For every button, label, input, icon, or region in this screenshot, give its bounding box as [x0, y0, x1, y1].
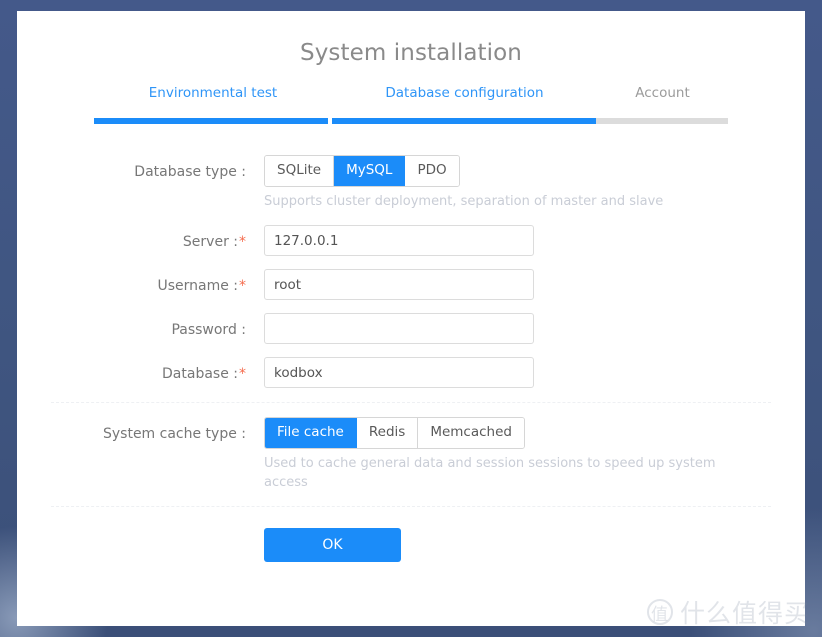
- cache-type-option-memcached[interactable]: Memcached: [418, 418, 524, 448]
- server-input[interactable]: [264, 225, 534, 256]
- cache-type-option-redis[interactable]: Redis: [356, 418, 419, 448]
- password-label-text: Password :: [171, 322, 246, 338]
- username-label-text: Username :: [157, 278, 238, 294]
- database-type-option-mysql[interactable]: MySQL: [334, 156, 406, 186]
- step-progress-segment-1: [94, 118, 328, 124]
- username-label: Username :*: [17, 269, 246, 297]
- field-row-password: Password :: [17, 313, 805, 344]
- database-type-label-text: Database type :: [134, 164, 246, 180]
- cache-type-button-group[interactable]: File cache Redis Memcached: [264, 417, 525, 449]
- password-input[interactable]: [264, 313, 534, 344]
- database-input[interactable]: [264, 357, 534, 388]
- step-progress-bar: [94, 118, 728, 124]
- username-required-marker: *: [239, 278, 246, 294]
- cache-type-label: System cache type :: [17, 417, 246, 445]
- field-row-cache-type: System cache type : File cache Redis Mem…: [17, 417, 805, 492]
- field-row-server: Server :*: [17, 225, 805, 256]
- username-input[interactable]: [264, 269, 534, 300]
- password-control: [246, 313, 805, 344]
- installer-card: System installation Environmental test D…: [17, 11, 805, 626]
- database-configuration-form: Database type : SQLite MySQL PDO Support…: [17, 155, 805, 562]
- field-row-database: Database :*: [17, 357, 805, 388]
- submit-row: OK: [17, 528, 805, 562]
- section-divider-submit: [51, 506, 771, 507]
- database-type-label: Database type :: [17, 155, 246, 183]
- step-progress-segment-3: [596, 118, 728, 124]
- step-environmental-test[interactable]: Environmental test: [94, 85, 332, 101]
- database-label-text: Database :: [162, 366, 238, 382]
- field-row-username: Username :*: [17, 269, 805, 300]
- step-account[interactable]: Account: [597, 85, 728, 101]
- database-type-hint: Supports cluster deployment, separation …: [264, 194, 664, 209]
- database-type-button-group[interactable]: SQLite MySQL PDO: [264, 155, 460, 187]
- server-control: [246, 225, 805, 256]
- database-type-control: SQLite MySQL PDO Supports cluster deploy…: [246, 155, 805, 211]
- server-label: Server :*: [17, 225, 246, 253]
- server-required-marker: *: [239, 234, 246, 250]
- database-type-option-pdo[interactable]: PDO: [405, 156, 459, 186]
- cache-type-label-text: System cache type :: [102, 426, 246, 442]
- page-title: System installation: [300, 40, 522, 66]
- database-required-marker: *: [239, 366, 246, 382]
- step-indicator: Environmental test Database configuratio…: [94, 85, 728, 125]
- server-label-text: Server :: [182, 234, 238, 250]
- cache-type-control: File cache Redis Memcached Used to cache…: [246, 417, 805, 492]
- database-type-option-sqlite[interactable]: SQLite: [265, 156, 335, 186]
- field-row-database-type: Database type : SQLite MySQL PDO Support…: [17, 155, 805, 211]
- database-control: [246, 357, 805, 388]
- cache-type-option-file-cache[interactable]: File cache: [265, 418, 357, 448]
- ok-button[interactable]: OK: [264, 528, 401, 562]
- step-database-configuration[interactable]: Database configuration: [332, 85, 597, 101]
- step-label-row: Environmental test Database configuratio…: [94, 85, 728, 101]
- password-label: Password :: [17, 313, 246, 341]
- database-label: Database :*: [17, 357, 246, 385]
- step-progress-segment-2: [332, 118, 596, 124]
- cache-type-hint: Used to cache general data and session s…: [264, 456, 716, 490]
- username-control: [246, 269, 805, 300]
